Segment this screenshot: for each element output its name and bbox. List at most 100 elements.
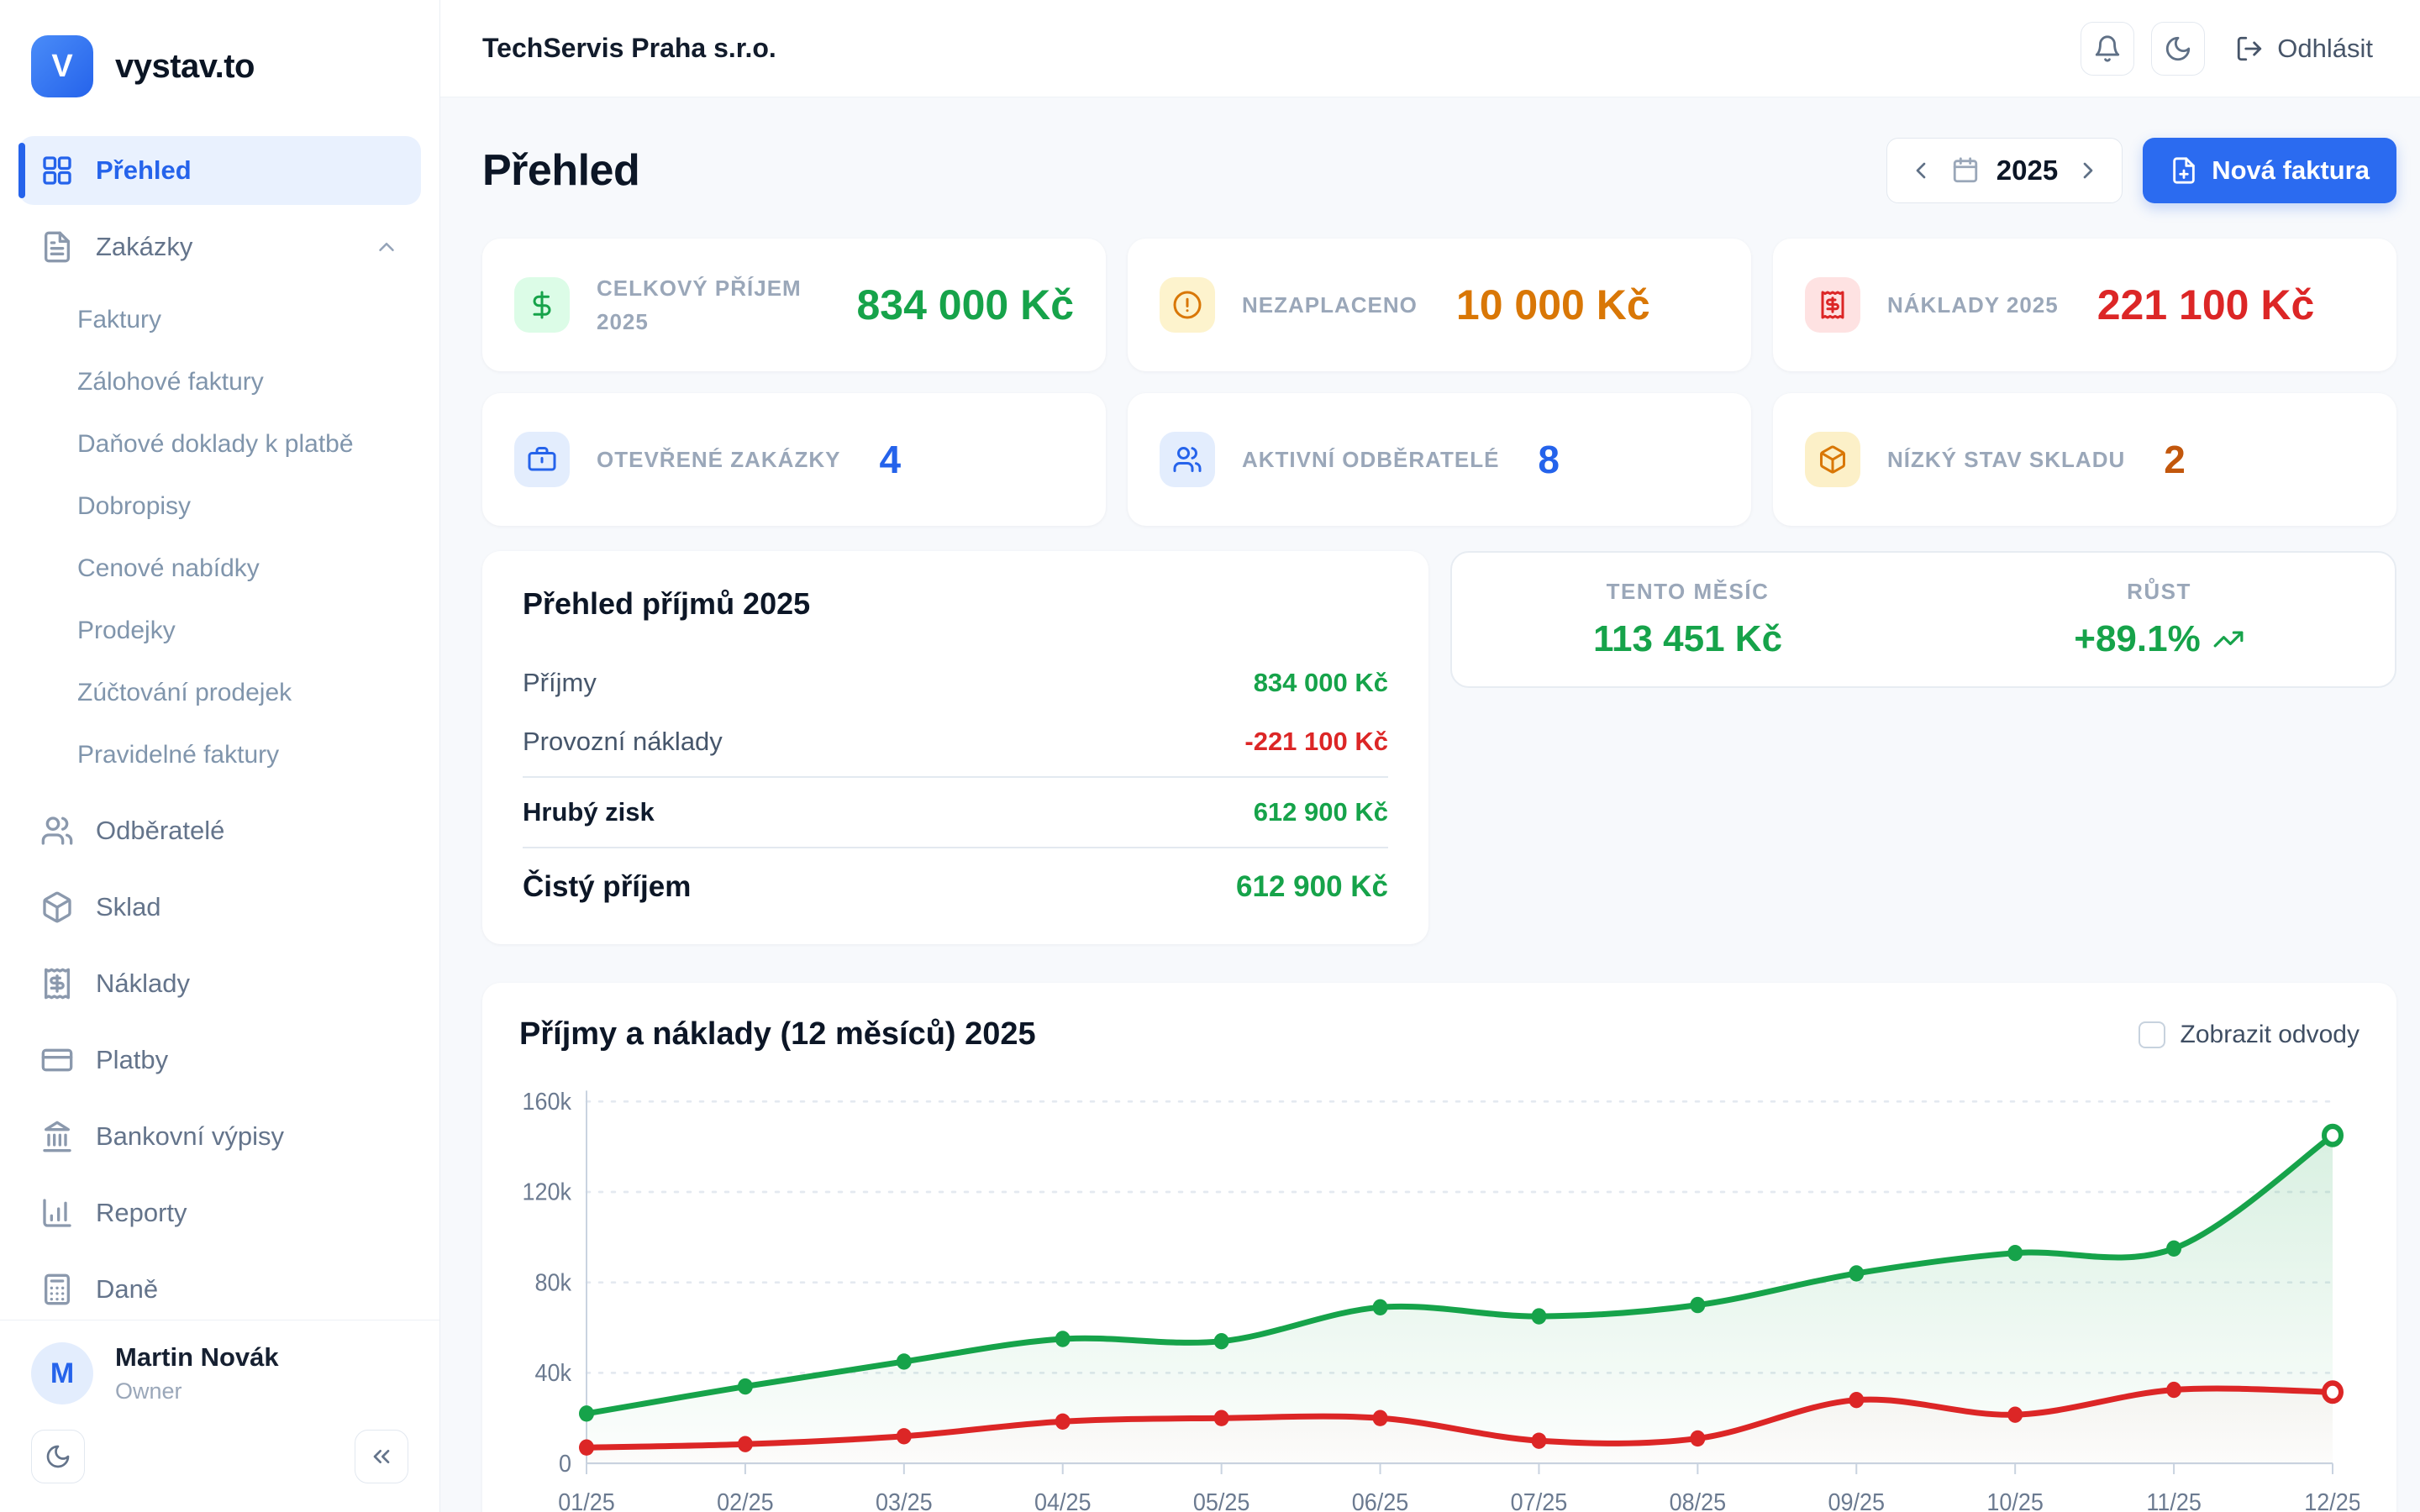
- logout-button[interactable]: Odhlásit: [2235, 34, 2373, 64]
- brand: V vystav.to: [0, 0, 439, 119]
- calendar-icon: [1951, 156, 1980, 185]
- income-row-label: Čistý příjem: [523, 870, 691, 904]
- svg-text:160k: 160k: [522, 1088, 571, 1115]
- theme-toggle-button[interactable]: [2151, 22, 2205, 76]
- chart-title: Příjmy a náklady (12 měsíců) 2025: [519, 1016, 1036, 1053]
- growth-value: +89.1%: [2074, 618, 2244, 660]
- chevrons-left-icon: [368, 1443, 395, 1470]
- svg-text:0: 0: [559, 1450, 571, 1477]
- dollar-icon: [514, 277, 570, 333]
- logout-label: Odhlásit: [2277, 34, 2373, 64]
- sidebar-subitem[interactable]: Pravidelné faktury: [18, 724, 421, 786]
- sidebar-item-label: Náklady: [96, 969, 190, 999]
- file-text-icon: [40, 230, 74, 264]
- package-icon: [40, 890, 74, 924]
- sidebar-subitem[interactable]: Cenové nabídky: [18, 538, 421, 600]
- sidebar-item-label: Odběratelé: [96, 816, 224, 846]
- stat-value: 4: [879, 437, 901, 482]
- divider: [523, 847, 1388, 848]
- sidebar-item-platby[interactable]: Platby: [18, 1026, 421, 1095]
- credit-card-icon: [40, 1043, 74, 1077]
- stat-card: OTEVŘENÉ ZAKÁZKY4: [482, 393, 1106, 526]
- profile-name: Martin Novák: [115, 1342, 279, 1373]
- sidebar-subitem[interactable]: Faktury: [18, 289, 421, 351]
- income-row-value: -221 100 Kč: [1244, 727, 1388, 757]
- collapse-sidebar-button[interactable]: [355, 1430, 408, 1483]
- income-row-label: Hrubý zisk: [523, 797, 655, 827]
- chevron-up-icon: [374, 234, 399, 260]
- stat-card: NEZAPLACENO10 000 Kč: [1128, 239, 1751, 371]
- sidebar: V vystav.to Přehled Zakázky FakturyZálohov…: [0, 0, 440, 1512]
- this-month-value: 113 451 Kč: [1593, 618, 1782, 660]
- sidebar-item-reporty[interactable]: Reporty: [18, 1179, 421, 1247]
- next-year-button[interactable]: [2075, 157, 2102, 184]
- growth-value-text: +89.1%: [2074, 618, 2200, 660]
- brand-name: vystav.to: [115, 48, 255, 86]
- topbar: TechServis Praha s.r.o. Odhlásit: [440, 0, 2420, 97]
- checkbox-box[interactable]: [2139, 1021, 2165, 1048]
- receipt-icon: [40, 967, 74, 1000]
- bell-icon: [2093, 34, 2122, 63]
- sidebar-subitem[interactable]: Zúčtování prodejek: [18, 662, 421, 724]
- user-profile[interactable]: M Martin Novák Owner: [0, 1320, 439, 1418]
- svg-text:02/25: 02/25: [717, 1488, 774, 1512]
- year-selector: 2025: [1886, 138, 2123, 203]
- new-invoice-button[interactable]: Nová faktura: [2143, 138, 2396, 203]
- sidebar-submenu: FakturyZálohové fakturyDaňové doklady k …: [18, 289, 421, 786]
- main-area: TechServis Praha s.r.o. Odhlásit Přehled: [440, 0, 2420, 1512]
- income-summary-card: Přehled příjmů 2025 Příjmy834 000 KčProv…: [482, 551, 1428, 944]
- income-row: Příjmy834 000 Kč: [523, 654, 1388, 712]
- receipt-icon: [1805, 277, 1860, 333]
- sidebar-item-sklad[interactable]: Sklad: [18, 873, 421, 942]
- svg-text:06/25: 06/25: [1352, 1488, 1409, 1512]
- stat-value: 2: [2164, 437, 2186, 482]
- dark-mode-toggle-button[interactable]: [31, 1430, 85, 1483]
- sidebar-subitem[interactable]: Zálohové faktury: [18, 351, 421, 413]
- month-summary-card: TENTO MĚSÍC 113 451 Kč RŮST +89.1%: [1450, 551, 2396, 688]
- income-row-label: Příjmy: [523, 668, 597, 698]
- stat-card: CELKOVÝ PŘÍJEM 2025834 000 Kč: [482, 239, 1106, 371]
- year-value: 2025: [1996, 155, 2058, 186]
- sidebar-item-bankovni-vypisy[interactable]: Bankovní výpisy: [18, 1102, 421, 1171]
- previous-year-button[interactable]: [1907, 157, 1934, 184]
- sidebar-item-prehled[interactable]: Přehled: [18, 136, 421, 205]
- stat-card: AKTIVNÍ ODBĚRATELÉ 8: [1128, 393, 1751, 526]
- company-name: TechServis Praha s.r.o.: [482, 33, 776, 64]
- income-costs-chart: 040k80k120k160k01/2502/2503/2504/2505/25…: [519, 1074, 2360, 1512]
- moon-icon: [2164, 34, 2192, 63]
- income-row-label: Provozní náklady: [523, 727, 723, 757]
- users-icon: [40, 814, 74, 848]
- sidebar-item-dane[interactable]: Daně: [18, 1255, 421, 1320]
- svg-text:120k: 120k: [522, 1179, 571, 1205]
- landmark-icon: [40, 1120, 74, 1153]
- sidebar-subitem[interactable]: Dobropisy: [18, 475, 421, 538]
- sidebar-item-naklady[interactable]: Náklady: [18, 949, 421, 1018]
- sidebar-subitem[interactable]: Daňové doklady k platbě: [18, 413, 421, 475]
- stat-value: 8: [1538, 437, 1560, 482]
- income-summary-title: Přehled příjmů 2025: [523, 586, 1388, 622]
- sidebar-item-label: Bankovní výpisy: [96, 1121, 284, 1152]
- show-levies-checkbox[interactable]: Zobrazit odvody: [2139, 1021, 2360, 1049]
- svg-text:10/25: 10/25: [1986, 1488, 2044, 1512]
- stat-card: NÁKLADY 2025221 100 Kč: [1773, 239, 2396, 371]
- stat-label: AKTIVNÍ ODBĚRATELÉ: [1242, 443, 1499, 476]
- notifications-button[interactable]: [2081, 22, 2134, 76]
- this-month-label: TENTO MĚSÍC: [1593, 579, 1782, 605]
- page-head: Přehled 2025 Nová faktura: [482, 138, 2396, 203]
- calculator-icon: [40, 1273, 74, 1306]
- chart-head: Příjmy a náklady (12 měsíců) 2025 Zobraz…: [519, 1016, 2360, 1053]
- stat-value: 10 000 Kč: [1456, 281, 1650, 329]
- checkbox-label: Zobrazit odvody: [2181, 1021, 2360, 1049]
- sidebar-subitem[interactable]: Prodejky: [18, 600, 421, 662]
- sidebar-nav: Přehled Zakázky FakturyZálohové fakturyDaň…: [0, 119, 439, 1320]
- growth-cell: RŮST +89.1%: [2074, 579, 2244, 660]
- grid-icon: [40, 154, 74, 187]
- page-head-actions: 2025 Nová faktura: [1886, 138, 2396, 203]
- sidebar-item-odberatele[interactable]: Odběratelé: [18, 796, 421, 865]
- sidebar-item-zakazky[interactable]: Zakázky: [18, 213, 421, 281]
- sidebar-item-label: Platby: [96, 1045, 168, 1075]
- chevron-right-icon: [2075, 157, 2102, 184]
- profile-role: Owner: [115, 1378, 279, 1404]
- income-row: Provozní náklady -221 100 Kč: [523, 712, 1388, 771]
- sidebar-item-label: Přehled: [96, 155, 192, 186]
